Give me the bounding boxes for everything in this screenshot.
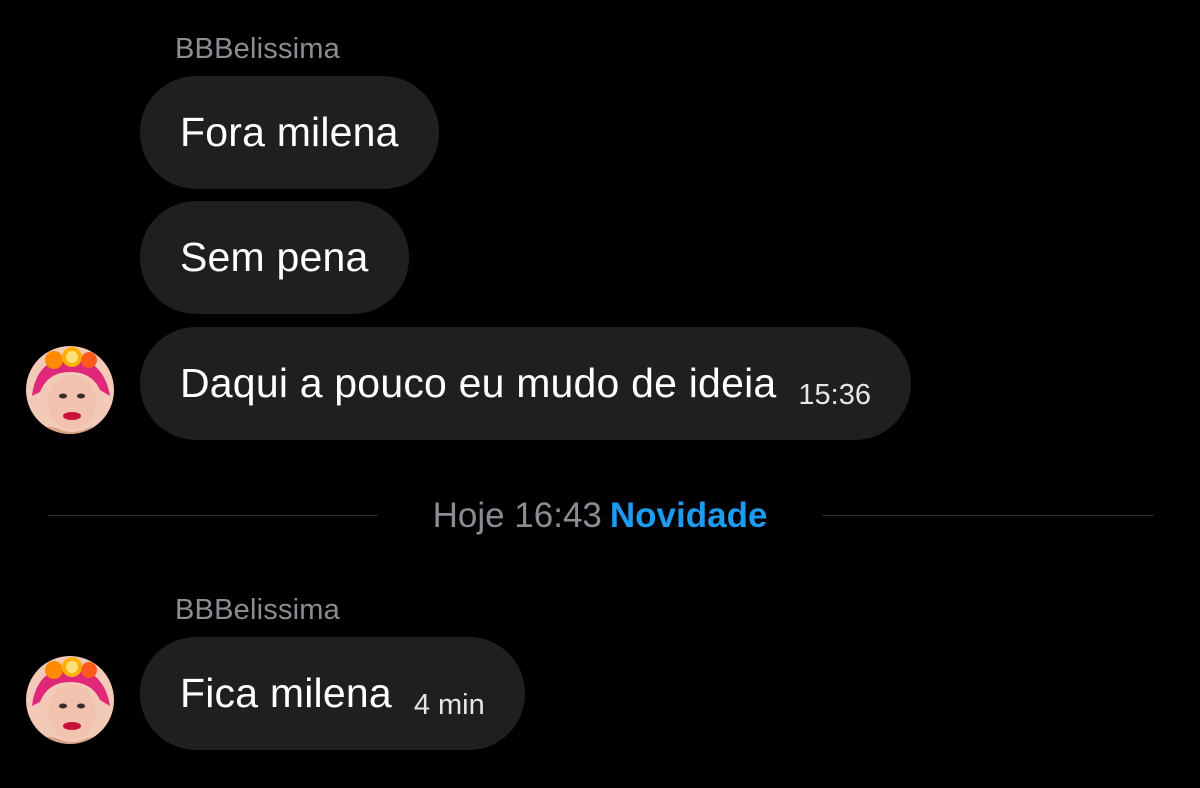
user-avatar-icon[interactable]	[26, 656, 114, 744]
message-timestamp: 4 min	[413, 689, 485, 721]
message-text: Daqui a pouco eu mudo de ideia	[180, 360, 777, 406]
message-bubble[interactable]: Fora milena	[140, 76, 439, 189]
user-avatar-icon[interactable]	[26, 346, 114, 434]
message-bubble[interactable]: Daqui a pouco eu mudo de ideia 15:36	[140, 327, 911, 440]
new-messages-divider: Hoje 16:43 Novidade	[0, 492, 1200, 538]
divider-label: Hoje 16:43 Novidade	[0, 496, 1200, 536]
dm-conversation: BBBelissima Fora milena Sem pena Daqui a…	[0, 0, 1200, 788]
sender-name: BBBelissima	[175, 594, 340, 626]
message-timestamp: 15:36	[798, 379, 871, 411]
new-messages-badge: Novidade	[609, 496, 768, 535]
divider-date: Hoje 16:43	[432, 496, 602, 535]
message-bubble[interactable]: Fica milena 4 min	[140, 637, 525, 750]
message-text: Fora milena	[180, 109, 399, 155]
message-text: Sem pena	[180, 234, 369, 280]
sender-name: BBBelissima	[175, 33, 340, 65]
message-bubble[interactable]: Sem pena	[140, 201, 409, 314]
message-text: Fica milena	[180, 670, 392, 716]
